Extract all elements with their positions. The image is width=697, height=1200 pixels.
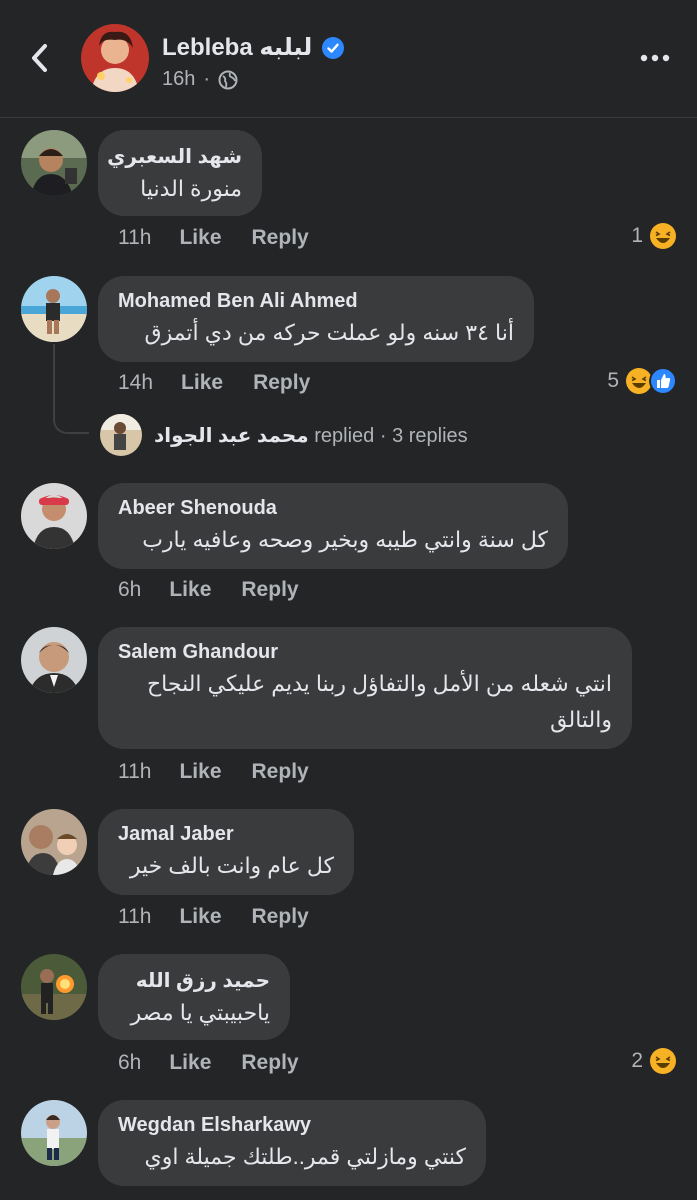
comment-author[interactable]: Jamal Jaber: [118, 823, 334, 846]
like-button[interactable]: Like: [169, 1051, 211, 1075]
reaction-count: 1: [631, 224, 643, 247]
comment-bubble: حميد رزق الله ياحبيبتي يا مصر: [98, 954, 290, 1040]
reply-button[interactable]: Reply: [241, 1051, 298, 1075]
comment-time: 6h: [118, 1051, 142, 1074]
reaction-summary[interactable]: 2: [631, 1047, 677, 1075]
page-name[interactable]: Lebleba لبلبه: [162, 33, 312, 62]
comment-bubble: شهد السعبري منورة الدنيا: [98, 130, 262, 216]
comment-time: 14h: [118, 371, 154, 394]
page-avatar[interactable]: [81, 24, 149, 92]
like-reaction-icon: [649, 367, 677, 395]
commenter-avatar[interactable]: [21, 276, 87, 342]
replier-name: محمد عبد الجواد: [154, 424, 309, 447]
comment-text: ياحبيبتي يا مصر: [130, 1000, 270, 1025]
commenter-avatar[interactable]: [21, 627, 87, 693]
post-time: 16h: [162, 68, 196, 90]
replied-label: replied: [314, 424, 375, 447]
comment-time: 6h: [118, 578, 142, 601]
reply-button[interactable]: Reply: [252, 226, 309, 250]
haha-reaction-icon: [650, 223, 676, 249]
commenter-avatar[interactable]: [21, 954, 87, 1020]
view-replies-link[interactable]: محمد عبد الجواد replied · 3 replies: [100, 414, 468, 456]
like-button[interactable]: Like: [179, 226, 221, 250]
comment-author[interactable]: Mohamed Ben Ali Ahmed: [118, 290, 514, 313]
commenter-avatar[interactable]: [21, 809, 87, 875]
comment-text: كل عام وانت بالف خير: [129, 853, 334, 878]
like-button[interactable]: Like: [179, 760, 221, 784]
globe-icon: [218, 70, 238, 89]
reaction-summary[interactable]: 5: [607, 367, 677, 395]
comment-text: كل سنة وانتي طيبه وبخير وصحه وعافيه يارب: [142, 527, 548, 552]
comment-bubble: Abeer Shenouda كل سنة وانتي طيبه وبخير و…: [98, 483, 568, 569]
comment-author[interactable]: Abeer Shenouda: [118, 497, 548, 520]
post-header: Lebleba لبلبه 16h ·: [0, 0, 697, 118]
comment-text: أنا ٣٤ سنه ولو عملت حركه من دي أتمزق: [144, 320, 515, 345]
comment-text: كنتي ومازلتي قمر..طلتك جميلة اوي: [144, 1144, 466, 1169]
comment-text: انتي شعله من الأمل والتفاؤل ربنا يديم عل…: [146, 671, 612, 732]
like-button[interactable]: Like: [179, 905, 221, 929]
thread-connector: [53, 344, 89, 434]
comment-author[interactable]: Wegdan Elsharkawy: [118, 1114, 466, 1137]
comment-time: 11h: [118, 905, 152, 928]
like-button[interactable]: Like: [181, 371, 223, 395]
comment-bubble: Mohamed Ben Ali Ahmed أنا ٣٤ سنه ولو عمل…: [98, 276, 534, 362]
comment-author[interactable]: حميد رزق الله: [118, 968, 270, 993]
reaction-summary[interactable]: 1: [631, 222, 677, 250]
reaction-count: 5: [607, 369, 619, 392]
reaction-count: 2: [631, 1049, 643, 1072]
comment-author[interactable]: Salem Ghandour: [118, 641, 612, 664]
comment-author[interactable]: شهد السعبري: [107, 144, 242, 169]
replier-avatar: [100, 414, 142, 456]
commenter-avatar[interactable]: [21, 1100, 87, 1166]
comment-bubble: Jamal Jaber كل عام وانت بالف خير: [98, 809, 354, 895]
reply-button[interactable]: Reply: [252, 905, 309, 929]
comment-bubble: Wegdan Elsharkawy كنتي ومازلتي قمر..طلتك…: [98, 1100, 486, 1186]
more-options-button[interactable]: [637, 44, 673, 72]
comment-text: منورة الدنيا: [140, 176, 242, 201]
meta-separator: ·: [203, 68, 211, 90]
comment-time: 11h: [118, 226, 152, 249]
haha-reaction-icon: [650, 1048, 676, 1074]
reply-button[interactable]: Reply: [252, 760, 309, 784]
replies-count: · 3 replies: [379, 424, 468, 447]
commenter-avatar[interactable]: [21, 130, 87, 196]
comment-bubble: Salem Ghandour انتي شعله من الأمل والتفا…: [98, 627, 632, 749]
like-button[interactable]: Like: [169, 578, 211, 602]
back-button[interactable]: [22, 40, 58, 76]
verified-badge-icon: [322, 36, 345, 59]
comment-time: 11h: [118, 760, 152, 783]
reply-button[interactable]: Reply: [241, 578, 298, 602]
reply-button[interactable]: Reply: [253, 371, 310, 395]
chevron-left-icon: [32, 44, 47, 72]
commenter-avatar[interactable]: [21, 483, 87, 549]
more-dots-icon: [640, 54, 670, 62]
